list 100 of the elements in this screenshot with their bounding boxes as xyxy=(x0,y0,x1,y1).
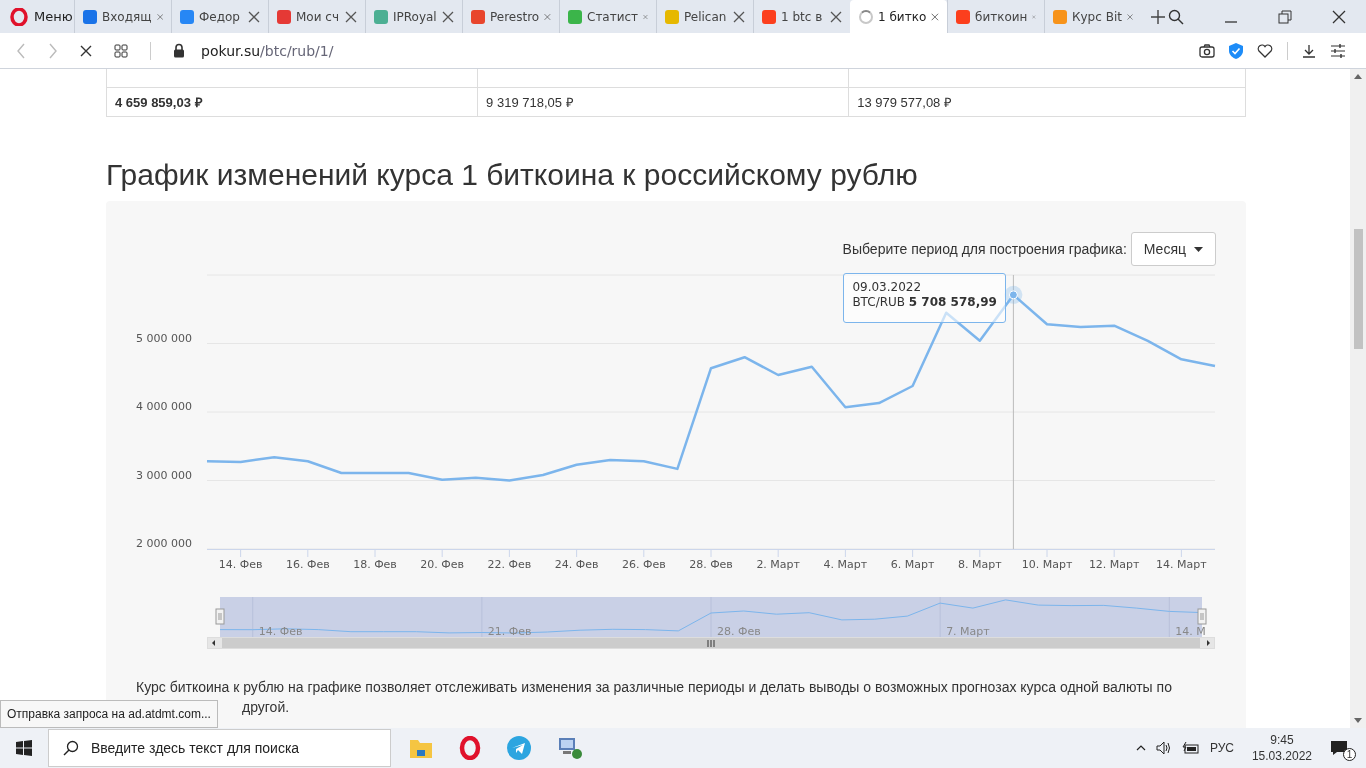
close-icon[interactable] xyxy=(1332,9,1346,24)
x-axis-label: 24. Фев xyxy=(554,558,599,571)
browser-tab[interactable]: биткоин xyxy=(947,0,1044,33)
range-handle[interactable] xyxy=(1197,608,1207,625)
close-icon[interactable] xyxy=(830,10,842,23)
navigator-label: 28. Фев xyxy=(717,625,761,637)
table-cell: 13 979 577,08 ₽ xyxy=(848,87,1246,117)
table-cell: 9 319 718,05 ₽ xyxy=(477,87,849,117)
x-axis-label: 20. Фев xyxy=(420,558,465,571)
menu-button[interactable]: Меню xyxy=(0,0,74,33)
tab-title: Pelican xyxy=(684,9,728,24)
tab-title: IPRoyal xyxy=(393,9,437,24)
telegram-icon[interactable] xyxy=(507,736,531,760)
tab-title: Perestro xyxy=(490,9,540,24)
navigator-label: 14. М xyxy=(1175,625,1206,637)
grip-icon xyxy=(707,639,715,647)
x-axis-label: 16. Фев xyxy=(285,558,330,571)
tab-title: биткоин xyxy=(975,9,1028,24)
section-heading: График изменений курса 1 биткоина к российскому рублю xyxy=(106,157,919,193)
y-axis-label: 4 000 000 xyxy=(136,400,192,413)
browser-tab[interactable]: IPRoyal xyxy=(365,0,462,33)
language-indicator[interactable]: РУС xyxy=(1209,741,1234,755)
x-axis-label: 12. Март xyxy=(1088,558,1140,571)
y-axis-label: 2 000 000 xyxy=(136,537,192,550)
download-icon[interactable] xyxy=(1302,43,1316,58)
camera-icon[interactable] xyxy=(1199,43,1215,58)
grid-icon[interactable] xyxy=(114,43,128,58)
close-icon[interactable] xyxy=(442,10,454,23)
close-icon[interactable] xyxy=(345,10,357,23)
chevron-up-icon[interactable] xyxy=(1135,745,1146,751)
shield-icon[interactable] xyxy=(1229,42,1243,59)
status-popup: Отправка запроса на ad.atdmt.com... xyxy=(0,700,218,728)
x-axis-label: 28. Фев xyxy=(689,558,733,571)
browser-tab[interactable]: Мои сч xyxy=(268,0,365,33)
address-field[interactable]: pokur.su/btc/rub/1/ xyxy=(201,42,1177,59)
heart-icon[interactable] xyxy=(1257,43,1273,58)
x-axis-label: 6. Март xyxy=(890,558,935,571)
period-dropdown[interactable]: Месяц xyxy=(1130,232,1216,266)
x-axis-label: 18. Фев xyxy=(353,558,397,571)
tab-title: 1 битко xyxy=(878,9,927,24)
close-icon[interactable] xyxy=(733,10,745,23)
tab-title: Курс Bit xyxy=(1072,9,1122,24)
opera-icon[interactable] xyxy=(459,736,481,760)
y-axis-label: 3 000 000 xyxy=(136,468,192,482)
x-axis-label: 14. Март xyxy=(1156,558,1207,571)
tooltip-date: 09.03.2022 xyxy=(852,279,923,295)
stop-icon[interactable] xyxy=(80,44,92,57)
browser-tab[interactable]: Статист xyxy=(559,0,656,33)
message-icon xyxy=(1330,740,1348,756)
tab-title: Федор xyxy=(199,9,241,24)
page-scrollbar[interactable] xyxy=(1350,69,1366,728)
notification-count: 1 xyxy=(1343,748,1356,761)
down-arrow-icon[interactable] xyxy=(1354,718,1362,723)
chart-scrollbar[interactable] xyxy=(207,637,1215,649)
taskbar-search-field[interactable]: Введите здесь текст для поиска xyxy=(48,729,391,767)
scroll-thumb[interactable] xyxy=(1353,229,1363,349)
search-icon xyxy=(63,740,79,756)
tooltip-value: BTC/RUB 5 708 578,99 xyxy=(852,294,997,310)
up-arrow-icon[interactable] xyxy=(1354,74,1362,79)
hover-point xyxy=(1004,285,1023,304)
tab-title: Мои сч xyxy=(296,9,340,24)
settings-icon[interactable] xyxy=(1330,43,1346,58)
tab-title: Статист xyxy=(587,9,639,24)
lock-icon xyxy=(173,43,185,58)
restore-icon[interactable] xyxy=(1278,9,1292,24)
browser-tab[interactable]: 1 битко xyxy=(850,0,947,33)
x-axis-label: 2. Март xyxy=(756,558,800,571)
x-axis-label: 10. Март xyxy=(1021,558,1073,571)
browser-tab[interactable]: Курс Bit xyxy=(1044,0,1141,33)
clock-time: 9:45 xyxy=(1270,732,1294,748)
x-axis-label: 22. Фев xyxy=(487,558,532,571)
y-axis-label: 5 000 000 xyxy=(136,331,192,345)
period-label: Выберите период для построения графика: xyxy=(842,241,1127,257)
x-axis-label: 4. Март xyxy=(823,558,868,571)
x-axis-label: 14. Фев xyxy=(218,558,263,571)
clock-date: 15.03.2022 xyxy=(1251,748,1312,764)
right-arrow-icon[interactable] xyxy=(1204,639,1212,647)
tab-title: Входящ xyxy=(102,9,152,24)
description-text: Курс биткоина к рублю на графике позволяет отслеживать изменения за различные периоды и делать выводы о возможных прогнозах курса одной валюты по xyxy=(135,678,1173,697)
browser-tab[interactable]: Входящ xyxy=(74,0,171,33)
network-computer-icon[interactable] xyxy=(557,736,583,760)
windows-logo-icon[interactable] xyxy=(16,740,32,756)
description-text: другой. xyxy=(242,698,290,717)
battery-icon[interactable] xyxy=(1181,742,1200,754)
x-axis-label: 26. Фев xyxy=(621,558,666,571)
new-tab-icon[interactable] xyxy=(1151,9,1165,24)
left-arrow-icon[interactable] xyxy=(210,639,218,647)
search-icon[interactable] xyxy=(1168,8,1184,25)
table-cell: 4 659 859,03 ₽ xyxy=(106,87,478,117)
browser-tab[interactable]: Perestro xyxy=(462,0,559,33)
range-handle[interactable] xyxy=(215,608,225,625)
navigator-label: 7. Март xyxy=(946,625,990,637)
close-icon[interactable] xyxy=(248,10,260,23)
folder-icon[interactable] xyxy=(409,737,433,759)
tab-title: 1 btc в xyxy=(781,9,824,24)
browser-tab[interactable]: Pelican xyxy=(656,0,753,33)
x-axis-label: 8. Март xyxy=(958,558,1002,571)
browser-tab[interactable]: Федор xyxy=(171,0,268,33)
caret-icon xyxy=(1194,246,1203,252)
speaker-icon[interactable] xyxy=(1155,741,1172,755)
